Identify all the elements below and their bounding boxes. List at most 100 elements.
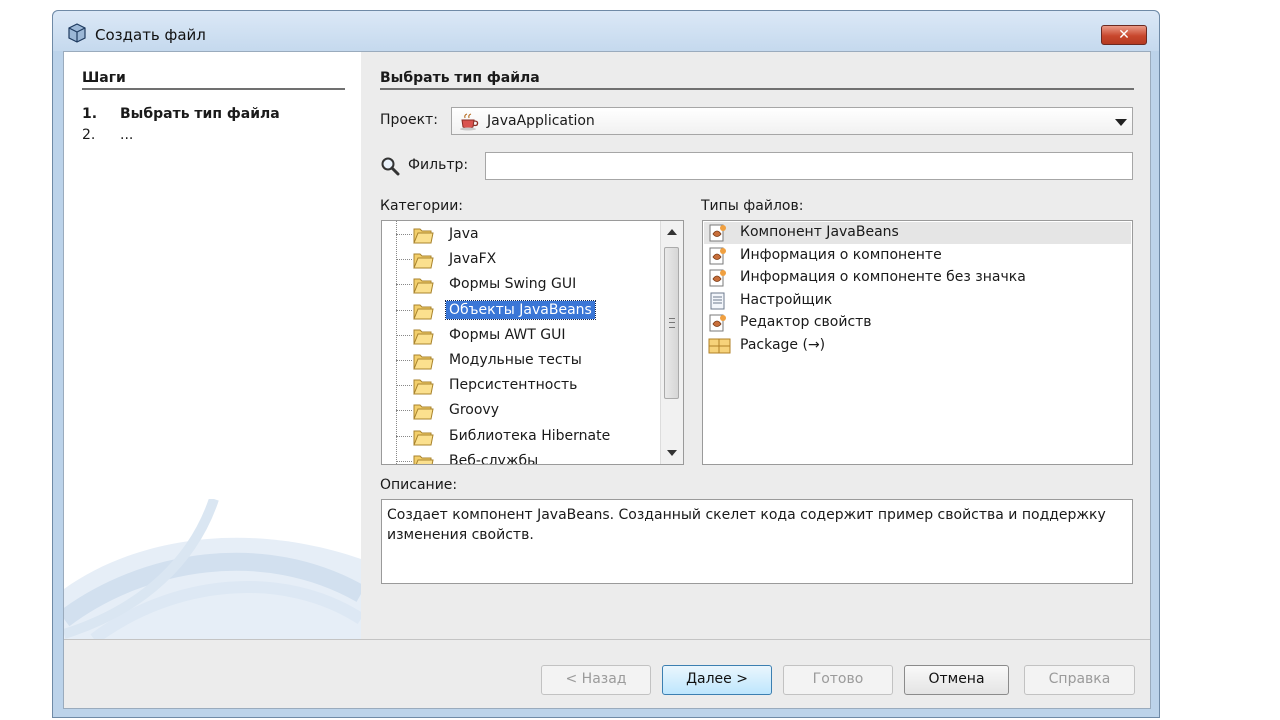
- grip-icon: [669, 318, 675, 328]
- close-button[interactable]: ✕: [1101, 25, 1147, 45]
- file-type-item[interactable]: Редактор свойств: [704, 312, 1131, 334]
- step-number: 1.: [82, 106, 98, 122]
- page-title: Выбрать тип файла: [380, 70, 540, 86]
- file-type-item[interactable]: Package (→): [704, 335, 1131, 357]
- customizer-icon: [708, 292, 728, 314]
- tree-item[interactable]: Модульные тесты: [382, 348, 657, 373]
- tree-connector: [396, 385, 412, 387]
- tree-connector: [396, 334, 412, 336]
- tree-item-label: Веб-службы: [449, 452, 539, 465]
- next-button[interactable]: Далее >: [662, 665, 772, 695]
- scroll-thumb[interactable]: [664, 247, 679, 399]
- bean-icon: [708, 247, 728, 269]
- step-2: 2....: [82, 127, 133, 143]
- folder-icon: [412, 376, 434, 400]
- file-type-label: Редактор свойств: [740, 314, 872, 331]
- filter-input[interactable]: [485, 152, 1133, 180]
- scroll-up-icon[interactable]: [667, 229, 677, 235]
- file-type-label: Информация о компоненте без значка: [740, 269, 1026, 286]
- steps-divider: [82, 88, 345, 90]
- file-type-label: Настройщик: [740, 291, 833, 308]
- bean-icon: [708, 269, 728, 291]
- tree-item[interactable]: Персистентность: [382, 373, 657, 398]
- file-type-item[interactable]: Компонент JavaBeans: [704, 222, 1131, 244]
- tree-item-label: Объекты JavaBeans: [445, 299, 596, 320]
- tree-item-label: Формы Swing GUI: [449, 276, 577, 293]
- file-type-label: Компонент JavaBeans: [740, 224, 899, 240]
- tree-item-label: Библиотека Hibernate: [449, 427, 611, 444]
- scroll-down-icon[interactable]: [667, 450, 677, 456]
- tree-item-label: Формы AWT GUI: [449, 326, 566, 343]
- tree-item[interactable]: Формы Swing GUI: [382, 272, 657, 297]
- tree-item[interactable]: Java: [382, 222, 657, 247]
- categories-tree[interactable]: Java JavaFX Формы Swing GUI Объекты JavaBea…: [381, 220, 684, 465]
- tree-connector: [396, 284, 412, 286]
- project-value: JavaApplication: [487, 113, 595, 129]
- tree-connector: [396, 435, 412, 437]
- folder-icon: [412, 351, 434, 375]
- vertical-scrollbar[interactable]: [660, 221, 683, 464]
- file-type-item[interactable]: Информация о компоненте без значка: [704, 267, 1131, 289]
- chevron-down-icon[interactable]: [1115, 119, 1127, 126]
- tree-item[interactable]: Groovy: [382, 398, 657, 423]
- file-type-item[interactable]: Настройщик: [704, 290, 1131, 312]
- button-bar-divider: [64, 639, 1150, 640]
- tree-item-label: Персистентность: [449, 377, 578, 394]
- tree-item[interactable]: Библиотека Hibernate: [382, 424, 657, 449]
- description-label: Описание:: [380, 477, 458, 493]
- tree-connector: [396, 460, 412, 462]
- tree-item[interactable]: JavaFX: [382, 247, 657, 272]
- tree-item[interactable]: Формы AWT GUI: [382, 323, 657, 348]
- step-1: 1. Выбрать тип файла: [82, 106, 280, 122]
- tree-item-label: JavaFX: [449, 251, 497, 268]
- file-type-label: Информация о компоненте: [740, 246, 942, 263]
- close-icon: ✕: [1118, 27, 1130, 43]
- search-icon: [381, 157, 400, 176]
- steps-title: Шаги: [82, 70, 126, 86]
- cancel-button[interactable]: Отмена: [904, 665, 1009, 695]
- folder-icon: [412, 250, 434, 274]
- folder-icon: [412, 225, 434, 249]
- steps-panel: Шаги 1. Выбрать тип файла 2....: [64, 52, 361, 639]
- tree-connector: [396, 410, 412, 412]
- project-dropdown[interactable]: JavaApplication: [451, 107, 1133, 135]
- window-title: Создать файл: [95, 26, 206, 44]
- bean-icon: [708, 314, 728, 336]
- bean-icon: [708, 224, 728, 246]
- back-button[interactable]: < Назад: [541, 665, 651, 695]
- folder-icon: [412, 275, 434, 299]
- tree-item-label: Java: [449, 226, 479, 242]
- dialog-content: Шаги 1. Выбрать тип файла 2.... Выбрать т…: [63, 51, 1151, 709]
- file-type-label: Package (→): [740, 337, 826, 353]
- create-file-dialog: Создать файл ✕ Шаги 1. Выбрать тип файла …: [52, 10, 1160, 718]
- step-label: ...: [120, 127, 134, 143]
- folder-icon: [412, 326, 434, 350]
- description-text: Создает компонент JavaBeans. Созданный с…: [381, 499, 1133, 584]
- folder-icon: [412, 452, 434, 464]
- title-bar[interactable]: Создать файл ✕: [53, 11, 1159, 51]
- file-types-label: Типы файлов:: [701, 198, 804, 214]
- tree-connector: [396, 234, 412, 235]
- project-label: Проект:: [380, 112, 438, 128]
- filter-label: Фильтр:: [408, 157, 469, 173]
- step-number: 2.: [82, 127, 96, 143]
- title-divider: [380, 88, 1134, 90]
- tree-item[interactable]: Объекты JavaBeans: [382, 298, 657, 323]
- tree-connector: [396, 259, 412, 261]
- help-button[interactable]: Справка: [1024, 665, 1135, 695]
- tree-item[interactable]: Веб-службы: [382, 449, 657, 465]
- file-type-item[interactable]: Информация о компоненте: [704, 245, 1131, 267]
- cube-icon: [68, 23, 86, 43]
- step-label: Выбрать тип файла: [120, 106, 280, 122]
- tree-item-label: Groovy: [449, 402, 499, 419]
- folder-icon: [412, 301, 434, 325]
- finish-button[interactable]: Готово: [783, 665, 893, 695]
- decorative-swoosh: [64, 499, 361, 639]
- package-icon: [708, 337, 732, 359]
- file-types-list[interactable]: Компонент JavaBeans Информация о компонен…: [702, 220, 1133, 465]
- folder-icon: [412, 401, 434, 425]
- categories-label: Категории:: [380, 198, 464, 214]
- tree-item-label: Модульные тесты: [449, 352, 582, 368]
- folder-icon: [412, 427, 434, 451]
- java-cup-icon: [460, 113, 479, 131]
